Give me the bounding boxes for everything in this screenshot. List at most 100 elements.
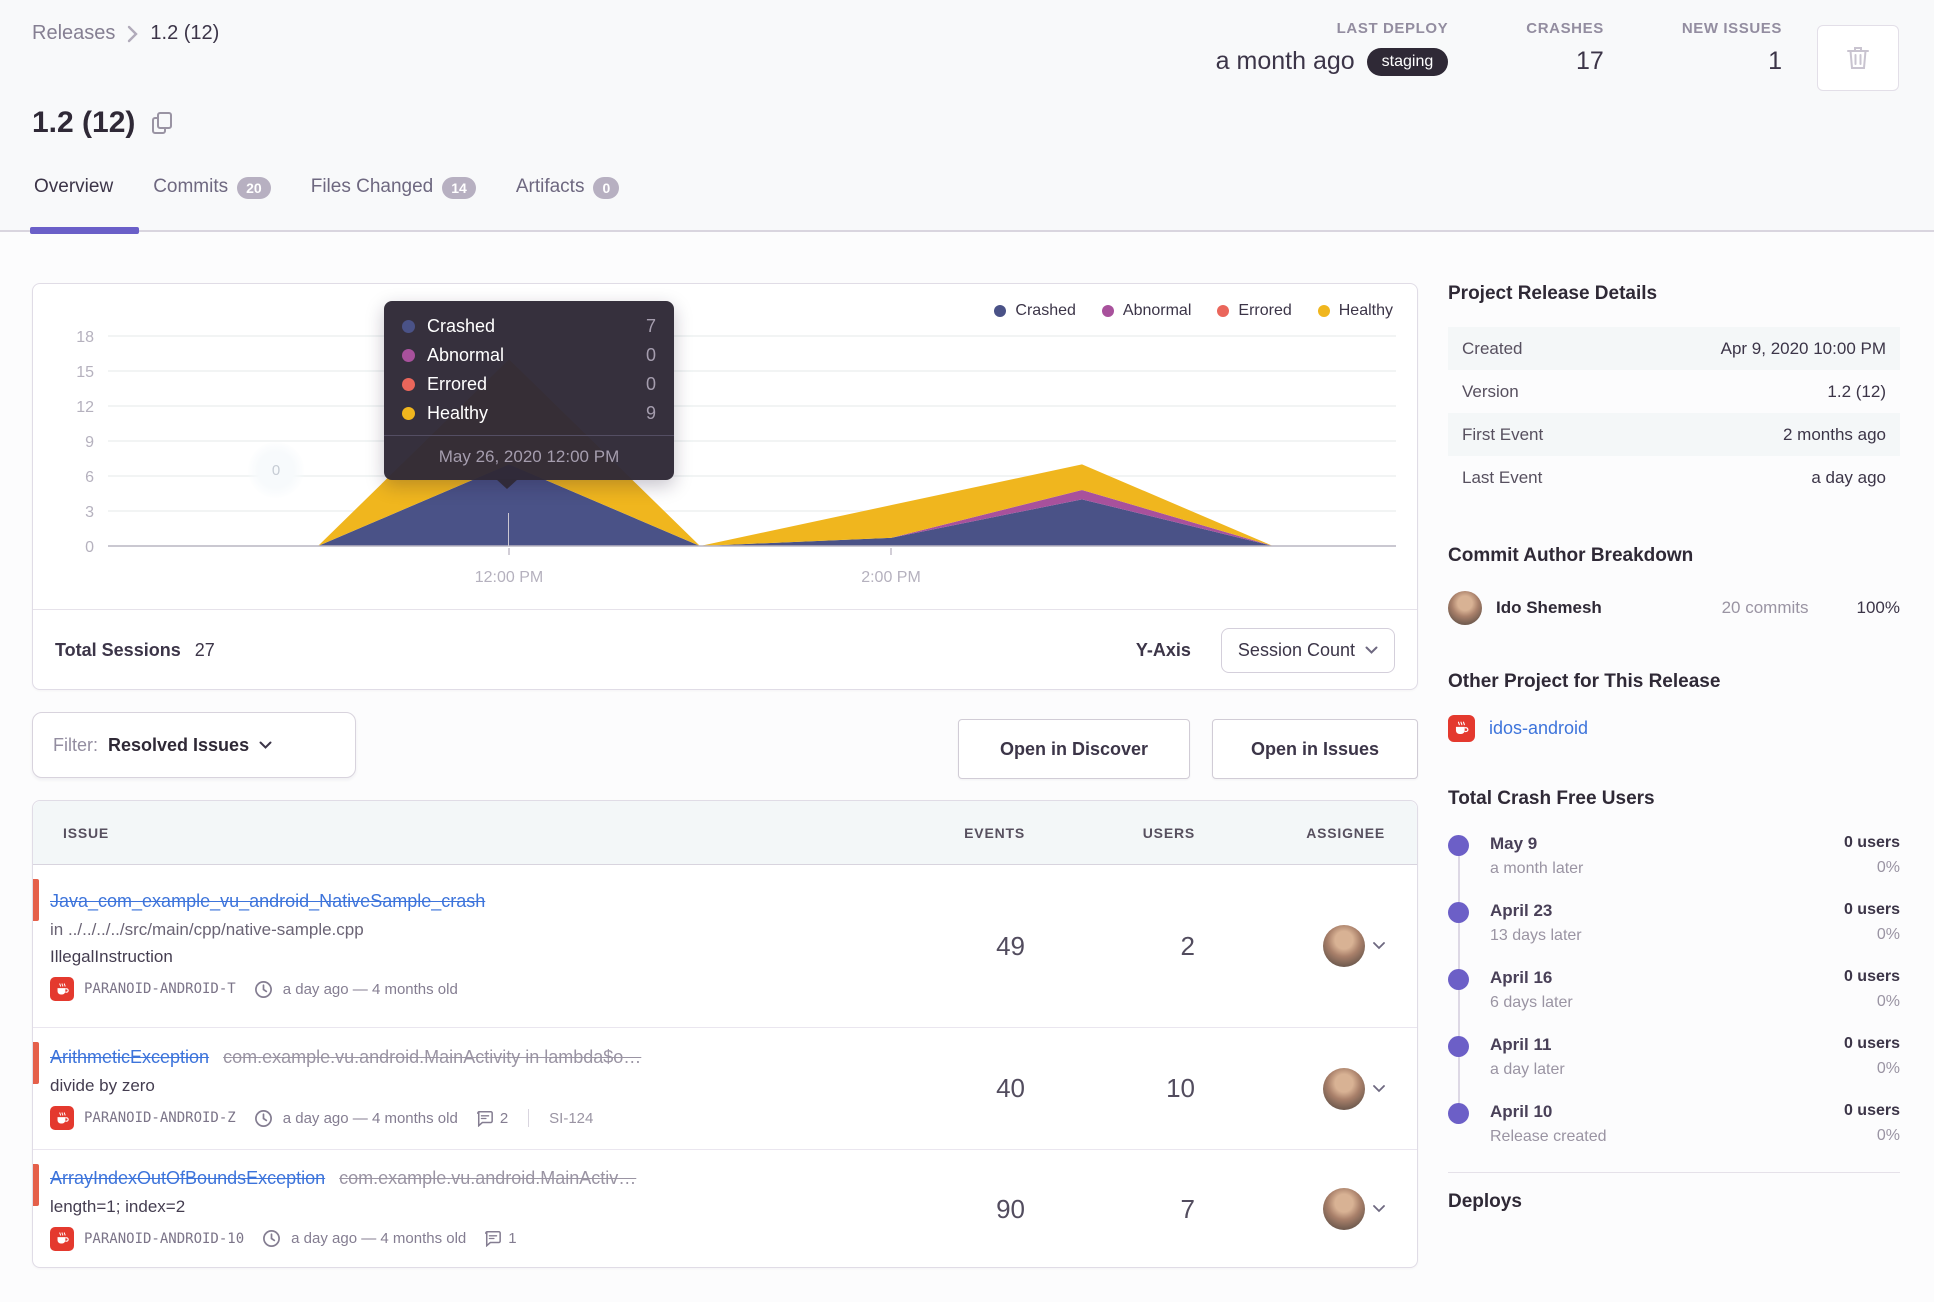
- tab-label: Commits: [153, 176, 229, 197]
- stat-new-issues: NEW ISSUES 1: [1682, 20, 1782, 76]
- column-header-events: EVENTS: [964, 824, 1025, 841]
- tab-files-changed[interactable]: Files Changed 14: [309, 170, 478, 230]
- issue-short-id: SI-124: [549, 1109, 594, 1127]
- yaxis-label: Y-Axis: [1135, 640, 1191, 660]
- issue-culprit: com.example.vu.android.MainActiv…: [339, 1167, 637, 1188]
- issue-age: a day ago — 4 months old: [291, 1230, 467, 1247]
- sessions-chart-card: Crashed Abnormal Errored Healthy 0 3 6 9 12 1…: [32, 283, 1418, 690]
- environment-badge: staging: [1366, 47, 1449, 76]
- legend-dot: [1317, 305, 1330, 317]
- legend-label: Healthy: [1338, 302, 1393, 319]
- trash-icon: [1845, 44, 1871, 72]
- meta-divider: [528, 1109, 530, 1127]
- section-title-crash-free: Total Crash Free Users: [1448, 788, 1655, 809]
- breadcrumb-releases-link[interactable]: Releases: [32, 22, 115, 45]
- breadcrumb: Releases 1.2 (12): [32, 22, 219, 45]
- chevron-down-icon[interactable]: [1373, 942, 1385, 950]
- timeline-dot: [1448, 835, 1469, 856]
- issue-culprit: com.example.vu.android.MainActivity in l…: [223, 1047, 642, 1067]
- breadcrumb-current: 1.2 (12): [150, 22, 220, 44]
- total-sessions-label: Total Sessions: [55, 640, 181, 660]
- chevron-down-icon: [1365, 646, 1378, 655]
- project-slug: PARANOID-ANDROID-10: [84, 1230, 245, 1247]
- unhandled-indicator: [33, 879, 39, 921]
- issues-filter-dropdown[interactable]: Filter: Resolved Issues: [32, 712, 356, 778]
- filter-value: Resolved Issues: [108, 734, 250, 755]
- svg-text:3: 3: [85, 504, 94, 521]
- section-title-deploys: Deploys: [1448, 1191, 1522, 1212]
- author-avatar: [1448, 591, 1482, 625]
- author-percent: 100%: [1856, 598, 1900, 617]
- copy-icon[interactable]: [151, 111, 173, 135]
- tab-count-badge: 0: [593, 177, 620, 199]
- svg-text:0: 0: [85, 539, 94, 556]
- other-project-link[interactable]: idos-android: [1489, 718, 1588, 739]
- chevron-down-icon[interactable]: [1373, 1084, 1385, 1093]
- issue-message: IllegalInstruction: [50, 947, 173, 966]
- issue-row[interactable]: ArrayIndexOutOfBoundsException com.exampl…: [33, 1150, 1417, 1267]
- issue-comments[interactable]: 1: [484, 1230, 517, 1247]
- timeline-item: April 10 Release created 0 users 0%: [1448, 1102, 1900, 1148]
- author-commit-count: 20 commits: [1721, 598, 1809, 617]
- issue-age: a day ago — 4 months old: [282, 1109, 458, 1127]
- stat-last-deploy: LAST DEPLOY a month ago staging: [1216, 20, 1449, 76]
- yaxis-select[interactable]: Session Count: [1220, 628, 1395, 673]
- tab-label: Overview: [34, 176, 114, 197]
- tooltip-dot: [402, 407, 415, 420]
- tooltip-dot: [402, 320, 415, 333]
- timeline-item: April 11 a day later 0 users 0%: [1448, 1035, 1900, 1081]
- legend-dot: [1217, 305, 1230, 317]
- issue-users-count: 10: [1166, 1073, 1195, 1103]
- open-in-discover-button[interactable]: Open in Discover: [958, 719, 1190, 779]
- svg-text:9: 9: [85, 434, 94, 451]
- legend-item-errored: Errored: [1217, 302, 1292, 320]
- svg-text:6: 6: [85, 469, 94, 486]
- project-platform-icon: [50, 977, 74, 1001]
- issue-comments[interactable]: 2: [476, 1110, 508, 1127]
- issue-title-link[interactable]: Java_com_example_vu_android_NativeSample…: [50, 891, 485, 911]
- issue-message: length=1; index=2: [50, 1196, 186, 1216]
- legend-item-crashed: Crashed: [994, 302, 1076, 320]
- issues-table-header: ISSUE EVENTS USERS ASSIGNEE: [33, 801, 1417, 865]
- issue-row[interactable]: Java_com_example_vu_android_NativeSample…: [33, 865, 1417, 1028]
- chart-tooltip: Crashed 7 Abnormal 0 Errored 0 Healthy 9…: [384, 301, 674, 489]
- project-platform-icon: [50, 1106, 74, 1130]
- tab-commits[interactable]: Commits 20: [151, 170, 273, 230]
- tab-label: Artifacts: [515, 176, 585, 197]
- column-header-assignee: ASSIGNEE: [1306, 824, 1385, 841]
- last-deploy-value: a month ago: [1215, 47, 1355, 75]
- clock-icon: [262, 1229, 281, 1248]
- issue-users-count: 2: [1180, 930, 1195, 961]
- timeline-item: April 16 6 days later 0 users 0%: [1448, 968, 1900, 1014]
- issue-title-link[interactable]: ArithmeticException: [50, 1047, 209, 1067]
- issue-title-link[interactable]: ArrayIndexOutOfBoundsException: [50, 1168, 325, 1188]
- detail-row: Created Apr 9, 2020 10:00 PM: [1448, 327, 1900, 370]
- chevron-right-icon: [127, 25, 139, 43]
- detail-row: Version 1.2 (12): [1462, 381, 1886, 401]
- timeline-item: April 23 13 days later 0 users 0%: [1448, 901, 1900, 947]
- author-name: Ido Shemesh: [1496, 598, 1602, 617]
- chevron-down-icon[interactable]: [1373, 1205, 1385, 1213]
- detail-row: First Event 2 months ago: [1448, 413, 1900, 456]
- crash-free-timeline: May 9 a month later 0 users 0% April 23 …: [1448, 834, 1900, 1148]
- release-detail-page: Releases 1.2 (12) LAST DEPLOY a month ag…: [0, 0, 1934, 1302]
- tab-overview[interactable]: Overview: [29, 170, 140, 234]
- assignee-avatar[interactable]: [1323, 925, 1365, 967]
- chart-plot-area[interactable]: 0 3 6 9 12 15 18 12:00 PM 2:00 PM 0 Crashed 7 Ab…: [33, 284, 1419, 609]
- assignee-avatar[interactable]: [1323, 1067, 1365, 1110]
- timeline-dot: [1448, 1036, 1469, 1057]
- section-title-release-details: Project Release Details: [1448, 283, 1658, 304]
- assignee-avatar[interactable]: [1323, 1188, 1365, 1230]
- issues-table: ISSUE EVENTS USERS ASSIGNEE Java_com_exa…: [32, 800, 1418, 1268]
- legend-dot: [1101, 305, 1114, 317]
- legend-item-abnormal: Abnormal: [1101, 302, 1191, 320]
- tooltip-row: Abnormal 0: [402, 345, 656, 366]
- open-in-issues-button[interactable]: Open in Issues: [1212, 719, 1418, 779]
- unhandled-indicator: [33, 1042, 39, 1084]
- svg-text:12:00 PM: 12:00 PM: [475, 569, 543, 586]
- svg-text:12: 12: [76, 399, 94, 416]
- issue-row[interactable]: ArithmeticException com.example.vu.androi…: [33, 1028, 1417, 1150]
- tooltip-caret: [496, 479, 518, 489]
- delete-release-button[interactable]: [1817, 25, 1899, 91]
- tab-artifacts[interactable]: Artifacts 0: [514, 170, 621, 230]
